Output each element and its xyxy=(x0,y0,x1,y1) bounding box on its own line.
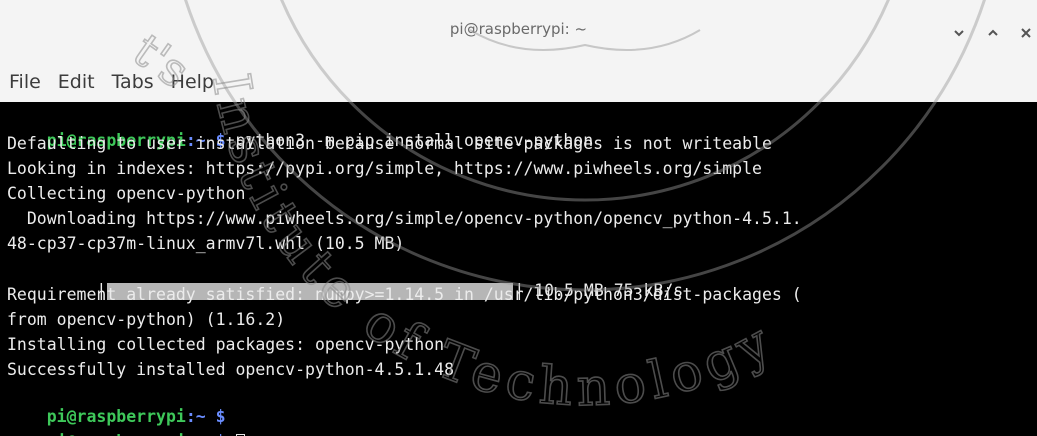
terminal-line: Successfully installed opencv-python-4.5… xyxy=(7,360,455,379)
chevron-down-icon[interactable] xyxy=(948,22,970,44)
terminal-line: pi@raspberrypi:~ $ xyxy=(7,409,245,436)
prompt-user: pi@raspberrypi xyxy=(47,432,186,436)
menu-bar: File Edit Tabs Help xyxy=(0,62,1037,102)
terminal-line: Requirement already satisfied: numpy>=1.… xyxy=(7,285,802,304)
terminal-line: 48-cp37-cp37m-linux_armv7l.whl (10.5 MB) xyxy=(7,234,405,253)
terminal-line: pi@raspberrypi:~ $ xyxy=(7,384,236,426)
terminal-line: Collecting opencv-python xyxy=(7,184,246,203)
menu-tabs[interactable]: Tabs xyxy=(112,71,154,93)
menu-file[interactable]: File xyxy=(9,71,41,93)
progress-line: | | 10.5 MB 75 kB/s xyxy=(7,258,683,300)
prompt-path: :~ xyxy=(186,432,206,436)
window-titlebar[interactable]: pi@raspberrypi: ~ xyxy=(0,0,1037,62)
terminal-line: from opencv-python) (1.16.2) xyxy=(7,310,286,329)
prompt-symbol: $ xyxy=(206,432,236,436)
terminal-line: pi@raspberrypi:~ $ python3 -m pip instal… xyxy=(7,108,593,150)
terminal-line: Installing collected packages: opencv-py… xyxy=(7,335,445,354)
chevron-up-icon[interactable] xyxy=(982,22,1004,44)
terminal-area[interactable]: pi@raspberrypi:~ $ python3 -m pip instal… xyxy=(0,102,1037,436)
menu-edit[interactable]: Edit xyxy=(58,71,95,93)
terminal-line: Downloading https://www.piwheels.org/sim… xyxy=(7,209,802,228)
terminal-line: Defaulting to user installation because … xyxy=(7,134,772,153)
close-icon[interactable] xyxy=(1015,22,1037,44)
terminal-line: Looking in indexes: https://pypi.org/sim… xyxy=(7,159,762,178)
window-title: pi@raspberrypi: ~ xyxy=(449,20,588,38)
menu-help[interactable]: Help xyxy=(171,71,214,93)
